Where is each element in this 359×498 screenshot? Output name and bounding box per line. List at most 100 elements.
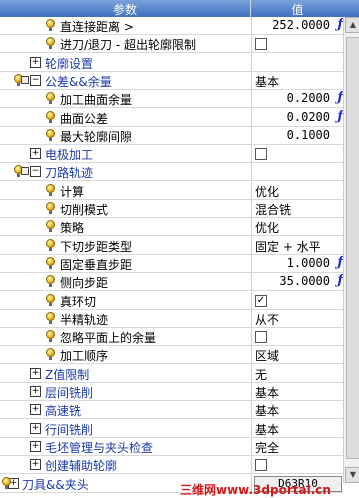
row-name-cell[interactable]: 进刀/退刀 - 超出轮廓限制 <box>0 35 250 52</box>
grid-row[interactable]: 曲面公差 0.0200 ƒ <box>0 109 343 127</box>
row-name-cell[interactable]: + 高速铣 <box>0 401 250 418</box>
checkbox[interactable] <box>255 459 267 471</box>
numeric-value[interactable]: 0.0200 <box>287 110 330 124</box>
row-name-cell[interactable]: 侧向步距 <box>0 273 250 290</box>
row-value-cell[interactable]: 0.0200 ƒ <box>251 109 344 126</box>
row-name-cell[interactable]: 下切步距类型 <box>0 237 250 254</box>
row-name-cell[interactable]: 加工曲面余量 <box>0 90 250 107</box>
grid-row[interactable]: 进刀/退刀 - 超出轮廓限制 <box>0 35 343 53</box>
row-name-cell[interactable]: 策略 <box>0 218 250 235</box>
row-value-cell[interactable]: 区域 <box>251 346 344 363</box>
row-name-cell[interactable]: + 层间铣削 <box>0 383 250 400</box>
grid-row[interactable]: 真环切 ✓ <box>0 292 343 310</box>
row-value-cell[interactable]: ✓ <box>251 292 344 309</box>
grid-row[interactable]: + 创建辅助轮廓 <box>0 456 343 474</box>
grid-row[interactable]: 固定垂直步距 1.0000 ƒ <box>0 255 343 273</box>
numeric-value[interactable]: 1.0000 <box>287 256 330 270</box>
grid-row[interactable]: 切削模式 混合铣 <box>0 200 343 218</box>
row-name-cell[interactable]: 计算 <box>0 182 250 199</box>
grid-row[interactable]: 半精轨迹 从不 <box>0 310 343 328</box>
vertical-scrollbar[interactable]: ▲ ▼ <box>343 17 359 483</box>
row-value-cell[interactable] <box>251 163 344 180</box>
grid-row[interactable]: 直连接距离 > 252.0000 ƒ <box>0 17 343 35</box>
text-value[interactable]: 完全 <box>255 439 279 456</box>
scroll-up-arrow-icon[interactable]: ▲ <box>345 17 359 33</box>
row-value-cell[interactable]: 基本 <box>251 401 344 418</box>
expand-icon[interactable]: + <box>30 368 41 379</box>
row-value-cell[interactable]: 1.0000 ƒ <box>251 255 344 272</box>
grid-row[interactable]: 忽略平面上的余量 <box>0 328 343 346</box>
checkbox[interactable] <box>255 148 267 160</box>
row-value-cell[interactable] <box>251 456 344 473</box>
expand-icon[interactable]: + <box>30 441 41 452</box>
expand-icon[interactable]: + <box>30 148 41 159</box>
text-value[interactable]: 区域 <box>255 347 279 364</box>
text-value[interactable]: 基本 <box>255 73 279 90</box>
text-value[interactable]: 基本 <box>255 421 279 438</box>
expand-icon[interactable]: + <box>30 57 41 68</box>
text-value[interactable]: 基本 <box>255 384 279 401</box>
row-value-cell[interactable]: 基本 <box>251 72 344 89</box>
checkbox[interactable] <box>255 38 267 50</box>
row-name-cell[interactable]: + 毛坯管理与夹头检查 <box>0 438 250 455</box>
row-name-cell[interactable]: + 轮廓设置 <box>0 54 250 71</box>
text-value[interactable]: 基本 <box>255 402 279 419</box>
collapse-icon[interactable]: − <box>30 75 41 86</box>
row-value-cell[interactable] <box>251 35 344 52</box>
row-name-cell[interactable]: 忽略平面上的余量 <box>0 328 250 345</box>
grid-row[interactable]: + 毛坯管理与夹头检查 完全 <box>0 438 343 456</box>
numeric-value[interactable]: 0.2000 <box>287 91 330 105</box>
collapse-icon[interactable]: − <box>30 166 41 177</box>
row-name-cell[interactable]: − 刀路轨迹 <box>0 163 250 180</box>
numeric-value[interactable]: 0.1000 <box>287 128 330 142</box>
row-name-cell[interactable]: 切削模式 <box>0 200 250 217</box>
expand-icon[interactable]: + <box>30 404 41 415</box>
text-value[interactable]: 从不 <box>255 311 279 328</box>
expand-icon[interactable]: + <box>30 459 41 470</box>
row-name-cell[interactable]: + 行间铣削 <box>0 420 250 437</box>
row-value-cell[interactable]: 混合铣 <box>251 200 344 217</box>
grid-row[interactable]: + 高速铣 基本 <box>0 401 343 419</box>
row-name-cell[interactable]: + Z值限制 <box>0 365 250 382</box>
row-name-cell[interactable]: 最大轮廓间隙 <box>0 127 250 144</box>
row-value-cell[interactable]: 基本 <box>251 383 344 400</box>
grid-row[interactable]: + 行间铣削 基本 <box>0 420 343 438</box>
row-name-cell[interactable]: 直连接距离 > <box>0 17 250 34</box>
row-value-cell[interactable]: 完全 <box>251 438 344 455</box>
grid-row[interactable]: + 电极加工 <box>0 145 343 163</box>
row-value-cell[interactable]: 固定 + 水平 <box>251 237 344 254</box>
row-name-cell[interactable]: 半精轨迹 <box>0 310 250 327</box>
grid-row[interactable]: 策略 优化 <box>0 218 343 236</box>
grid-row[interactable]: + Z值限制 无 <box>0 365 343 383</box>
row-name-cell[interactable]: 固定垂直步距 <box>0 255 250 272</box>
grid-row[interactable]: 下切步距类型 固定 + 水平 <box>0 237 343 255</box>
row-value-cell[interactable]: 无 <box>251 365 344 382</box>
text-value[interactable]: 混合铣 <box>255 201 291 218</box>
grid-row[interactable]: 加工顺序 区域 <box>0 346 343 364</box>
grid-row[interactable]: 侧向步距 35.0000 ƒ <box>0 273 343 291</box>
row-value-cell[interactable] <box>251 328 344 345</box>
scroll-thumb[interactable] <box>346 37 359 459</box>
expand-icon[interactable]: + <box>30 386 41 397</box>
checkbox[interactable]: ✓ <box>255 295 267 307</box>
grid-row[interactable]: + 轮廓设置 <box>0 54 343 72</box>
row-name-cell[interactable]: 真环切 <box>0 292 250 309</box>
row-value-cell[interactable]: 252.0000 ƒ <box>251 17 344 34</box>
row-value-cell[interactable]: 优化 <box>251 218 344 235</box>
header-param-column[interactable]: 参数 <box>0 1 250 18</box>
grid-row[interactable]: + 层间铣削 基本 <box>0 383 343 401</box>
grid-row[interactable]: − 刀路轨迹 <box>0 163 343 181</box>
grid-row[interactable]: 加工曲面余量 0.2000 ƒ <box>0 90 343 108</box>
text-value[interactable]: 无 <box>255 366 267 383</box>
row-value-cell[interactable]: 0.1000 <box>251 127 344 144</box>
grid-row[interactable]: − 公差&&余量 基本 <box>0 72 343 90</box>
row-value-cell[interactable] <box>251 54 344 71</box>
row-name-cell[interactable]: 曲面公差 <box>0 109 250 126</box>
grid-row[interactable]: 计算 优化 <box>0 182 343 200</box>
checkbox[interactable] <box>255 331 267 343</box>
row-name-cell[interactable]: − 公差&&余量 <box>0 72 250 89</box>
row-value-cell[interactable]: 从不 <box>251 310 344 327</box>
row-value-cell[interactable]: 0.2000 ƒ <box>251 90 344 107</box>
row-value-cell[interactable] <box>251 145 344 162</box>
text-value[interactable]: 优化 <box>255 219 279 236</box>
